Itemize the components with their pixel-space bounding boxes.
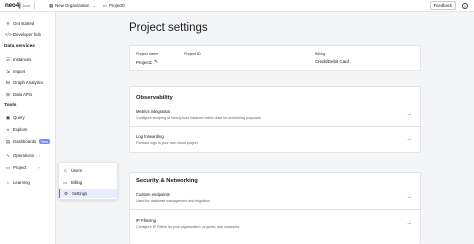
code-icon: </>	[5, 32, 12, 37]
page-title: Project settings	[129, 22, 208, 34]
log-title: Log forwarding	[136, 134, 164, 139]
gear-icon: ⚙	[64, 190, 68, 196]
submenu-item-label: Users	[71, 168, 82, 173]
endpoints-title: Custom endpoints	[136, 192, 170, 197]
sidebar-item-label: Operations	[13, 153, 35, 158]
feedback-button[interactable]: Feedback	[429, 1, 456, 10]
sidebar-item-get-started[interactable]: ⚲ Get started	[5, 20, 34, 27]
pencil-icon[interactable]: ✎	[154, 59, 158, 65]
sidebar-item-import[interactable]: ⇲ Import	[5, 68, 25, 75]
submenu-item-settings[interactable]: ⚙ Settings	[59, 189, 117, 198]
arrow-right-icon: →	[406, 220, 413, 226]
folder-icon: ▭	[102, 2, 108, 8]
new-badge: New	[39, 139, 50, 144]
sidebar: ⚲ Get started </> Developer hub Data ser…	[0, 12, 56, 244]
sidebar-item-label: Project	[13, 165, 27, 170]
section-heading-tools: Tools	[4, 103, 17, 108]
project-id-label: Project ID	[184, 52, 201, 56]
project-name-label: Project name	[136, 52, 159, 56]
project-info-card: Project name Project1 ✎ Project ID Billi…	[129, 45, 421, 71]
chevron-right-icon: ›	[38, 165, 40, 170]
sidebar-item-explore[interactable]: ⟡ Explore	[5, 126, 28, 133]
project-label: Project0	[109, 3, 125, 8]
query-icon: ▣	[5, 114, 11, 120]
observability-heading: Observability	[136, 95, 173, 101]
row-divider	[130, 126, 422, 127]
explore-icon: ⟡	[6, 127, 10, 132]
arrow-right-icon: →	[406, 136, 413, 142]
help-icon[interactable]: ?	[462, 2, 468, 9]
sidebar-item-project[interactable]: ▭ Project ›	[5, 164, 40, 171]
ip-desc: Configure IP Filters for your organizati…	[136, 225, 241, 229]
pulse-icon: ∿	[6, 152, 10, 158]
project-submenu: ☺ Users ▭ Billing ⚙ Settings	[58, 162, 118, 200]
book-icon: ⌂	[6, 180, 10, 185]
sidebar-item-label: Learning	[13, 180, 30, 185]
sidebar-item-label: Import	[13, 69, 26, 74]
sidebar-item-query[interactable]: ▣ Query	[5, 114, 25, 121]
log-forwarding-row[interactable]: Log forwarding Forward logs to your own …	[136, 134, 416, 145]
logo-text: neo4j	[5, 2, 21, 9]
org-switcher[interactable]: ▦ New Organization ⌄	[49, 3, 96, 9]
graph-icon: ⋈	[5, 79, 11, 85]
billing-value: Credit/Debit Card	[315, 59, 349, 64]
import-icon: ⇲	[6, 68, 10, 74]
project-name-text: Project1	[136, 59, 153, 65]
sidebar-item-instances[interactable]: ☰ Instances	[5, 56, 31, 63]
chevron-right-icon: ›	[39, 153, 41, 158]
custom-endpoints-row[interactable]: Custom endpoints Used for database manag…	[136, 192, 416, 203]
rocket-icon: ⚲	[6, 20, 10, 26]
log-desc: Forward logs to your own cloud project	[136, 141, 198, 145]
sidebar-item-operations[interactable]: ∿ Operations ›	[5, 152, 40, 159]
dashboard-icon: ▤	[5, 138, 11, 144]
sidebar-item-learning[interactable]: ⌂ Learning	[5, 179, 30, 186]
api-icon: ⊞	[6, 91, 10, 97]
submenu-item-label: Billing	[71, 180, 83, 185]
users-icon: ☺	[63, 168, 68, 173]
security-networking-card: Security & Networking Custom endpoints U…	[129, 172, 422, 244]
submenu-item-users[interactable]: ☺ Users	[59, 166, 117, 175]
billing-label: Billing	[315, 52, 326, 56]
sidebar-item-developer-hub[interactable]: </> Developer hub	[5, 31, 41, 38]
sidebar-item-label: Query	[13, 115, 25, 120]
metrics-title: Metrics integration	[136, 109, 171, 114]
metrics-desc: Configure scraping of Neo4j Aura instanc…	[136, 116, 261, 120]
card-icon: ▭	[63, 179, 68, 185]
top-bar: neo4j Aura ▦ New Organization ⌄ ▭ Projec…	[0, 0, 474, 12]
logo-sub: Aura	[22, 3, 31, 8]
observability-card: Observability Metrics integration Config…	[129, 86, 422, 153]
security-heading: Security & Networking	[136, 178, 198, 184]
ip-title: IP Filtering	[136, 218, 156, 223]
sidebar-item-label: Developer hub	[13, 32, 41, 37]
neo4j-logo[interactable]: neo4j Aura	[5, 2, 45, 9]
sidebar-item-dashboards[interactable]: ▤ Dashboards New	[5, 138, 50, 145]
sidebar-item-label: Graph Analytics	[13, 80, 44, 85]
submenu-item-billing[interactable]: ▭ Billing	[59, 178, 117, 187]
metrics-integration-row[interactable]: Metrics integration Configure scraping o…	[136, 109, 416, 120]
org-label: New Organization	[55, 3, 90, 8]
building-icon: ▦	[49, 2, 54, 8]
ip-filtering-row[interactable]: IP Filtering Configure IP Filters for yo…	[136, 218, 416, 229]
endpoints-desc: Used for database management and migrati…	[136, 199, 211, 203]
project-switcher[interactable]: ▭ Project0	[103, 3, 125, 9]
arrow-right-icon: →	[406, 194, 413, 200]
row-divider	[130, 209, 422, 210]
logo-divider	[34, 2, 36, 9]
sidebar-item-label: Get started	[13, 21, 35, 26]
arrow-right-icon: →	[406, 111, 413, 117]
sidebar-item-data-apis[interactable]: ⊞ Data APIs	[5, 91, 32, 98]
submenu-item-label: Settings	[72, 191, 88, 196]
sidebar-item-label: Explore	[13, 127, 28, 132]
sidebar-item-label: Data APIs	[13, 92, 33, 97]
sidebar-item-label: Dashboards	[13, 139, 37, 144]
sidebar-item-graph-analytics[interactable]: ⋈ Graph Analytics	[5, 79, 43, 86]
chevron-down-icon: ⌄	[92, 3, 96, 8]
section-heading-data-services: Data services	[4, 44, 35, 49]
project-name-value: Project1 ✎	[136, 59, 158, 65]
sidebar-item-label: Instances	[13, 57, 32, 62]
folder-icon: ▭	[5, 164, 11, 170]
database-icon: ☰	[5, 56, 11, 62]
